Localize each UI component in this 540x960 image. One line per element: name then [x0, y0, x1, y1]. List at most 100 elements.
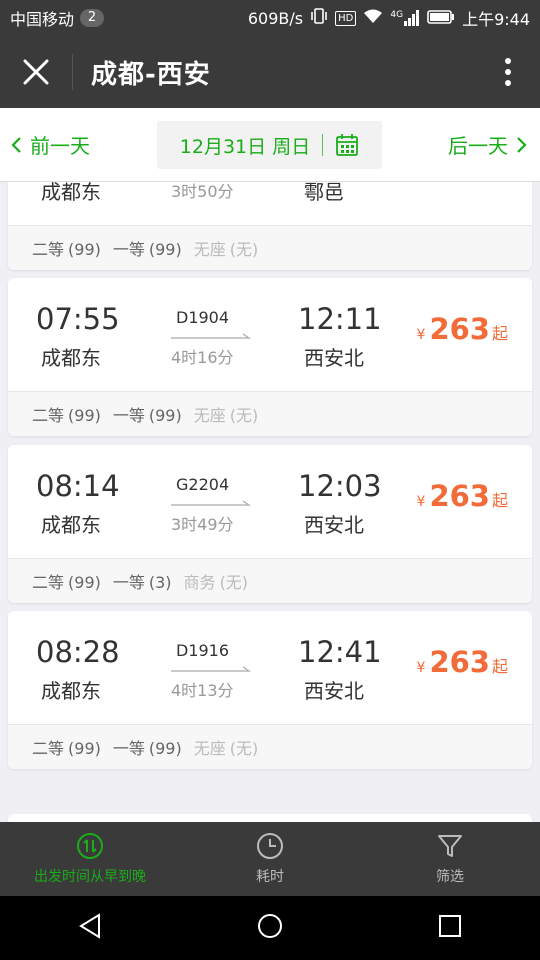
trip-duration: 4时13分: [171, 681, 234, 700]
date-separator: [322, 134, 324, 156]
seat-availability: 二等 (99) 一等 (99) 无座 (无): [8, 392, 532, 436]
vibrate-icon: [310, 8, 328, 28]
seat-availability: 二等 (99) 一等 (99) 无座 (无): [8, 226, 532, 270]
train-card-main: 08:14 成都东 G2204 3时49分 12:03 西安北 ¥ 263 起: [8, 445, 532, 559]
train-card-main: 08:28 成都东 D1916 4时13分 12:41 西安北 ¥ 263 起: [8, 611, 532, 725]
calendar-icon: [336, 134, 359, 156]
arrival-time: 12:11: [298, 302, 382, 336]
seat-class-count: (99): [148, 240, 182, 259]
seat-class-label: 一等: [112, 240, 145, 259]
departure-station: 成都东: [41, 513, 101, 537]
price: ¥ 263 起: [417, 312, 508, 346]
train-number: D1904: [176, 308, 230, 327]
tab-sort-departure-label: 出发时间从早到晚: [34, 869, 146, 885]
seat-class-count: (99): [68, 739, 101, 758]
seat-class-label: 二等: [32, 240, 65, 259]
arrow-right-icon: [171, 666, 251, 672]
tab-filter-label: 筛选: [436, 869, 464, 885]
recents-square-icon: [439, 915, 462, 937]
train-card[interactable]: 07:55 成都东 D1904 4时16分 12:11 西安北 ¥ 263 起 …: [8, 278, 532, 436]
next-day-label: 后一天: [448, 134, 508, 158]
train-card[interactable]: 08:28 成都东 D1916 4时13分 12:41 西安北 ¥ 263 起 …: [8, 611, 532, 769]
battery-icon: [427, 9, 455, 28]
train-number: G2204: [176, 475, 230, 494]
trip-duration: 4时16分: [171, 348, 234, 367]
seat-class: 一等 (99): [113, 236, 182, 260]
next-day-button[interactable]: 后一天: [448, 130, 528, 159]
price-suffix: 起: [491, 657, 508, 676]
train-card-main: 07:55 成都东 D1904 4时16分 12:11 西安北 ¥ 263 起: [8, 278, 532, 392]
date-picker-button[interactable]: 12月31日 周日: [157, 121, 382, 169]
seat-class: 二等 (99): [32, 402, 101, 426]
train-card[interactable]: 07:47 成都东 D1914 3时50分 11:37 鄠邑 ¥ 245 起 二…: [8, 182, 532, 270]
train-card-partial[interactable]: [8, 814, 532, 822]
seat-class: 二等 (99): [32, 569, 101, 593]
cell-signal-icon: 4G: [390, 10, 420, 26]
nav-home-button[interactable]: [257, 913, 283, 943]
seat-class-count: (99): [148, 739, 182, 758]
seat-class-label: 二等: [32, 573, 65, 592]
wifi-icon: [363, 8, 383, 28]
nav-back-button[interactable]: [78, 913, 102, 943]
price-currency: ¥: [416, 494, 426, 510]
seat-class-label: 商务: [183, 573, 216, 592]
departure-time: 08:28: [36, 635, 120, 669]
seat-class: 一等 (99): [113, 402, 182, 426]
price-suffix: 起: [491, 491, 508, 510]
seat-class-count: (无): [219, 573, 249, 592]
price-value: 263: [429, 645, 490, 679]
seat-class-label: 二等: [32, 406, 65, 425]
price: ¥ 263 起: [417, 479, 508, 513]
trip-duration: 3时49分: [171, 515, 234, 534]
seat-class-count: (无): [229, 739, 259, 758]
sort-icon: [77, 833, 103, 859]
more-vertical-icon: [505, 58, 511, 86]
tab-duration-label: 耗时: [256, 869, 284, 885]
filter-icon: [438, 835, 462, 857]
arrow-right-icon: [171, 333, 251, 339]
price-currency: ¥: [416, 660, 426, 676]
close-button[interactable]: [0, 36, 72, 108]
departure-station: 成都东: [41, 182, 101, 204]
price-value: 263: [429, 312, 490, 346]
app-header: 成都-西安: [0, 36, 540, 108]
seat-class: 二等 (99): [32, 236, 101, 260]
seat-class-count: (无): [229, 240, 259, 259]
arrow-right-icon: [171, 500, 251, 506]
seat-class: 无座 (无): [194, 402, 259, 426]
prev-day-button[interactable]: 前一天: [10, 130, 90, 159]
nav-recents-button[interactable]: [438, 914, 462, 942]
seat-class-count: (3): [148, 573, 172, 592]
departure-station: 成都东: [41, 346, 101, 370]
seat-class-count: (99): [148, 406, 182, 425]
tab-sort-departure[interactable]: 出发时间从早到晚: [0, 822, 180, 896]
departure-time: 08:14: [36, 469, 120, 503]
seat-class: 二等 (99): [32, 735, 101, 759]
departure-station: 成都东: [41, 679, 101, 703]
notification-badge: 2: [80, 9, 105, 27]
tab-duration[interactable]: 耗时: [180, 822, 360, 896]
carrier-group: 中国移动 2: [10, 6, 105, 30]
price-value: 263: [429, 479, 490, 513]
arrival-station: 鄠邑: [304, 182, 344, 204]
tab-filter[interactable]: 筛选: [360, 822, 540, 896]
close-icon: [23, 59, 49, 85]
seat-class-count: (99): [68, 240, 101, 259]
seat-class-count: (无): [229, 406, 259, 425]
train-card[interactable]: 08:14 成都东 G2204 3时49分 12:03 西安北 ¥ 263 起 …: [8, 445, 532, 603]
bottom-tab-bar: 出发时间从早到晚 耗时 筛选: [0, 822, 540, 896]
clock-time: 上午9:44: [462, 10, 530, 29]
seat-class-label: 无座: [193, 406, 226, 425]
train-card-main: 07:47 成都东 D1914 3时50分 11:37 鄠邑 ¥ 245 起: [8, 182, 532, 226]
seat-class-label: 二等: [32, 739, 65, 758]
page-title: 成都-西安: [91, 59, 211, 90]
seat-availability: 二等 (99) 一等 (99) 无座 (无): [8, 725, 532, 769]
train-list[interactable]: 07:47 成都东 D1914 3时50分 11:37 鄠邑 ¥ 245 起 二…: [0, 182, 540, 822]
departure-time: 07:55: [36, 302, 120, 336]
seat-class: 无座 (无): [194, 735, 259, 759]
more-menu-button[interactable]: [476, 36, 540, 108]
trip-duration: 3时50分: [171, 182, 234, 201]
back-triangle-icon: [78, 913, 100, 939]
clock-icon: [257, 833, 283, 859]
prev-day-label: 前一天: [30, 134, 90, 158]
